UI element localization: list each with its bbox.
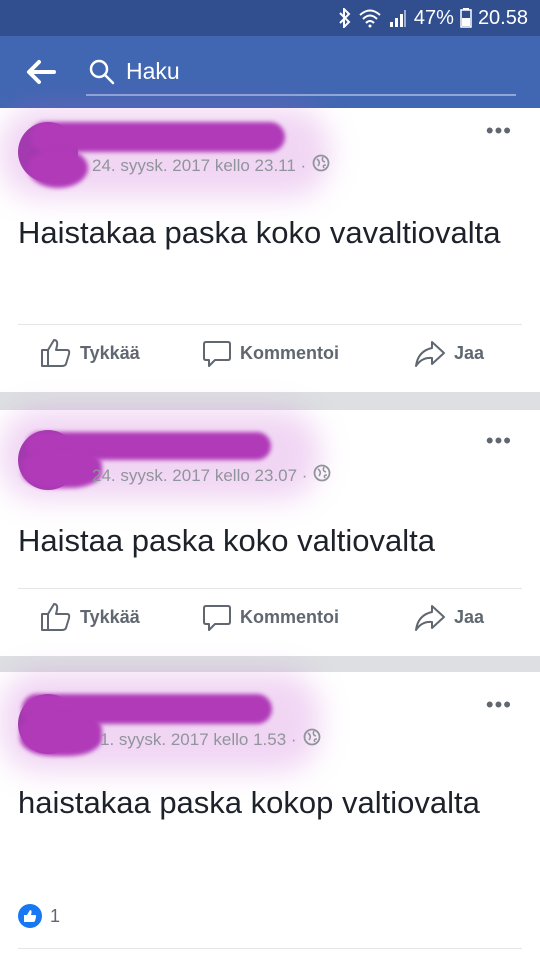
redacted-name <box>30 122 285 152</box>
more-icon[interactable]: ••• <box>486 692 512 718</box>
post-meta: 1. syysk. 2017 kello 1.53 · <box>100 728 321 751</box>
signal-icon <box>388 8 408 28</box>
comment-icon <box>203 605 231 631</box>
comment-button[interactable]: Kommentoi <box>202 602 339 632</box>
post-text: Haistaa paska koko valtiovalta <box>18 523 436 558</box>
globe-icon <box>312 154 330 177</box>
post-card: 24. syysk. 2017 kello 23.11 · ••• Haista… <box>0 108 540 392</box>
like-button[interactable]: Tykkää <box>40 338 140 368</box>
clock: 20.58 <box>477 6 528 29</box>
share-button[interactable]: Jaa <box>414 338 484 368</box>
share-label: Jaa <box>454 606 485 627</box>
post-text: haistakaa paska kokop valtiovalta <box>18 785 480 820</box>
timestamp[interactable]: 1. syysk. 2017 kello 1.53 · <box>100 730 297 750</box>
more-icon[interactable]: ••• <box>486 428 512 454</box>
divider <box>18 324 522 325</box>
like-button[interactable]: Tykkää <box>40 602 140 632</box>
globe-icon <box>303 728 321 751</box>
redacted-avatar <box>22 450 102 488</box>
divider <box>18 948 522 949</box>
share-button[interactable]: Jaa <box>414 602 484 632</box>
post-meta: 24. syysk. 2017 kello 23.11 · <box>92 154 330 177</box>
share-icon <box>415 605 445 631</box>
comment-icon <box>203 341 231 367</box>
post-meta: 24. syysk. 2017 kello 23.07 · <box>92 464 331 487</box>
like-reaction-icon <box>18 904 42 928</box>
timestamp[interactable]: 24. syysk. 2017 kello 23.07 · <box>92 466 307 486</box>
like-label: Tykkää <box>80 342 140 363</box>
like-label: Tykkää <box>80 606 140 627</box>
wifi-icon <box>358 8 382 28</box>
battery-icon <box>460 8 472 28</box>
more-icon[interactable]: ••• <box>486 118 512 144</box>
post-card: 1. syysk. 2017 kello 1.53 · ••• haistaka… <box>0 672 540 960</box>
redacted-avatar <box>28 148 88 188</box>
timestamp[interactable]: 24. syysk. 2017 kello 23.11 · <box>92 156 306 176</box>
search-icon[interactable] <box>88 58 116 91</box>
bluetooth-icon <box>338 8 352 28</box>
share-label: Jaa <box>454 342 485 363</box>
like-icon <box>41 603 71 631</box>
post-text: Haistakaa paska koko vavaltiovalta <box>18 215 501 250</box>
search-underline <box>86 94 516 96</box>
comment-button[interactable]: Kommentoi <box>202 338 339 368</box>
post-actions: Tykkää Kommentoi Jaa <box>0 602 540 646</box>
comment-label: Kommentoi <box>240 606 339 627</box>
post-card: 24. syysk. 2017 kello 23.07 · ••• Haista… <box>0 410 540 656</box>
share-icon <box>415 341 445 367</box>
reaction-summary[interactable]: 1 <box>18 904 60 928</box>
battery-percent: 47% <box>413 6 454 29</box>
comment-label: Kommentoi <box>240 342 339 363</box>
top-navbar: Haku <box>0 36 540 108</box>
reaction-count: 1 <box>50 905 61 926</box>
like-icon <box>41 339 71 367</box>
back-arrow-icon[interactable] <box>24 56 58 88</box>
redacted-avatar <box>20 712 102 756</box>
post-actions: Tykkää Kommentoi Jaa <box>0 338 540 382</box>
divider <box>18 588 522 589</box>
search-input[interactable]: Haku <box>126 58 180 85</box>
status-bar: 47% 20.58 <box>0 0 540 36</box>
globe-icon <box>313 464 331 487</box>
